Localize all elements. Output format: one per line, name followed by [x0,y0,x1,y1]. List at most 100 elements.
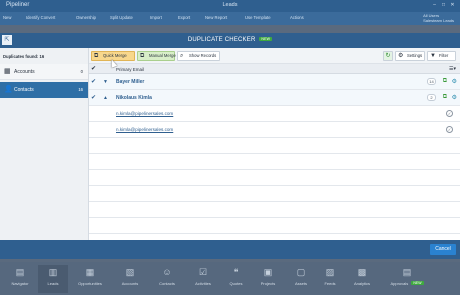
toolbar-export-button[interactable]: Export [178,15,190,20]
nav-item-navigator[interactable]: ▤ Navigator [0,265,40,293]
sidebar-item-label: Contacts [14,87,34,93]
approvals-new-badge: NEW [411,281,424,285]
building-icon: ▦ [4,68,11,75]
dialog-header: ⇱ DUPLICATE CHECKER NEW [0,33,460,48]
merge-icon: ⧉ [140,53,145,59]
nav-item-accounts[interactable]: ▧ Accounts [110,265,150,293]
filter-button[interactable]: ▼ Filter [427,51,456,61]
cancel-button[interactable]: Cancel [430,244,456,255]
opportunities-icon: ▦ [85,267,95,277]
sidebar-item-count: 16 [78,87,83,92]
duplicate-checker-dialog: ⇱ DUPLICATE CHECKER NEW Duplicates found… [0,33,460,270]
duplicate-sidebar: Duplicates found: 16 ▦ Accounts 0 👤 Cont… [0,48,89,259]
nav-label: Analytics [353,281,370,286]
toolbar-actions-button[interactable]: Actions [290,15,304,20]
nav-label: Approvals NEW [382,281,432,286]
quick-merge-label: Quick Merge [103,53,127,58]
duplicates-found-label: Duplicates found: 16 [3,54,45,59]
empty-row [89,202,460,218]
leads-icon: ▥ [48,267,58,277]
empty-row [89,170,460,186]
nav-item-contacts[interactable]: ☺ Contacts [147,265,187,293]
merge-icon: ⧉ [94,53,99,59]
email-link[interactable]: n.kimla@pipelinersales.com [116,111,173,116]
table-row[interactable]: n.kimla@pipelinersales.com ✓ [89,106,460,122]
empty-row [89,218,460,234]
toolbar-new-report-button[interactable]: New Report [205,15,227,20]
dialog-footer: Cancel [0,240,460,259]
chevron-down-icon[interactable]: ▼ [103,79,108,85]
sidebar-item-count: 0 [80,69,83,74]
group-name: Nikolaus Kimla [116,95,152,101]
toolbar-new-button[interactable]: New [3,15,11,20]
row-checkbox[interactable]: ✔ [91,78,96,85]
refresh-icon: ↻ [385,53,391,59]
filter-label: Filter [439,53,449,58]
show-records-button[interactable]: ⌕ Show Records [177,51,220,61]
toolbar-identify-button[interactable]: Identify Convert [26,15,55,20]
navigator-icon: ▤ [15,267,25,277]
check-circle-icon[interactable]: ✓ [446,109,453,117]
toolbar-use-template-button[interactable]: Use Template [245,15,271,20]
toolbar-split-button[interactable]: Split Update [110,15,133,20]
column-header-primary-email[interactable]: Primary Email [116,67,144,72]
group-count-badge: 2 [427,94,436,101]
merge-group-icon[interactable]: ⧉ [443,78,447,85]
group-count-badge: 14 [427,78,436,85]
nav-label: Contacts [159,281,175,286]
manual-merge-button[interactable]: ⧉ Manual Merge [137,51,176,61]
dialog-title-wrap: DUPLICATE CHECKER NEW [0,37,460,43]
check-circle-icon[interactable]: ✓ [446,125,453,133]
nav-label: Opportunities [78,281,102,286]
table-row[interactable]: n.kimla@pipelinersales.com ✓ [89,122,460,138]
close-window-icon[interactable]: ✕ [449,2,456,9]
group-options-icon[interactable]: ⚙ [452,94,457,101]
new-badge: NEW [259,37,273,41]
app-toolbar: New Identify Convert Ownership Split Upd… [0,12,460,25]
sidebar-item-accounts[interactable]: ▦ Accounts 0 [0,64,88,80]
column-menu-icon[interactable]: ☰▾ [449,66,456,72]
row-checkbox[interactable]: ✔ [91,94,96,101]
merge-group-icon[interactable]: ⧉ [443,94,447,101]
nav-item-analytics[interactable]: ▩ Analytics [342,265,382,293]
chevron-up-icon[interactable]: ▲ [103,95,108,101]
group-row-nikolaus-kimla[interactable]: ✔ ▲ Nikolaus Kimla 2 ⧉ ⚙ [89,90,460,106]
search-icon: ⌕ [180,53,184,59]
email-link[interactable]: n.kimla@pipelinersales.com [116,127,173,132]
toolbar-import-button[interactable]: Import [150,15,162,20]
empty-row [89,186,460,202]
analytics-icon: ▩ [357,267,367,277]
sidebar-item-label: Accounts [14,69,35,75]
group-row-bayer-miller[interactable]: ✔ ▼ Bayer Miller 14 ⧉ ⚙ [89,74,460,90]
minimize-icon[interactable]: – [431,2,438,9]
nav-item-leads[interactable]: ▥ Leads [38,265,68,293]
nav-item-opportunities[interactable]: ▦ Opportunities [70,265,110,293]
approvals-label: Approvals [390,281,409,286]
empty-row [89,138,460,154]
maximize-icon[interactable]: □ [440,2,447,9]
dialog-toolbar: ⧉ Quick Merge ⧉ Manual Merge ⌕ Show Reco… [89,48,460,64]
nav-item-approvals[interactable]: ▤ Approvals NEW [382,265,432,293]
nav-label: Leads [47,281,59,286]
user-line-2: Salesteam Leads [423,18,454,23]
gear-icon: ⚙ [398,53,404,59]
dialog-title: DUPLICATE CHECKER [187,37,256,43]
accounts-icon: ▧ [125,267,135,277]
select-all-checkbox[interactable]: ✔ [91,65,96,72]
toolbar-ownership-button[interactable]: Ownership [76,15,96,20]
app-title: Leads [222,2,238,8]
duplicates-grid: ✔ Primary Email ☰▾ ✔ ▼ Bayer Miller 14 ⧉… [89,64,460,270]
group-options-icon[interactable]: ⚙ [452,78,457,85]
settings-button[interactable]: ⚙ Settings [395,51,425,61]
user-selector[interactable]: All Users Salesteam Leads [423,13,454,23]
filter-icon: ▼ [430,53,436,59]
nav-label: Navigator [11,281,29,286]
contacts-icon: ☺ [162,267,172,277]
show-records-label: Show Records [189,53,217,58]
refresh-button[interactable]: ↻ [383,51,393,61]
app-title-bar: Pipeliner Leads – □ ✕ [0,0,460,12]
grid-header-row: ✔ Primary Email ☰▾ [89,64,460,74]
sidebar-item-contacts[interactable]: 👤 Contacts 16 [0,82,88,98]
manual-merge-label: Manual Merge [149,53,176,58]
nav-label: Accounts [121,281,139,286]
